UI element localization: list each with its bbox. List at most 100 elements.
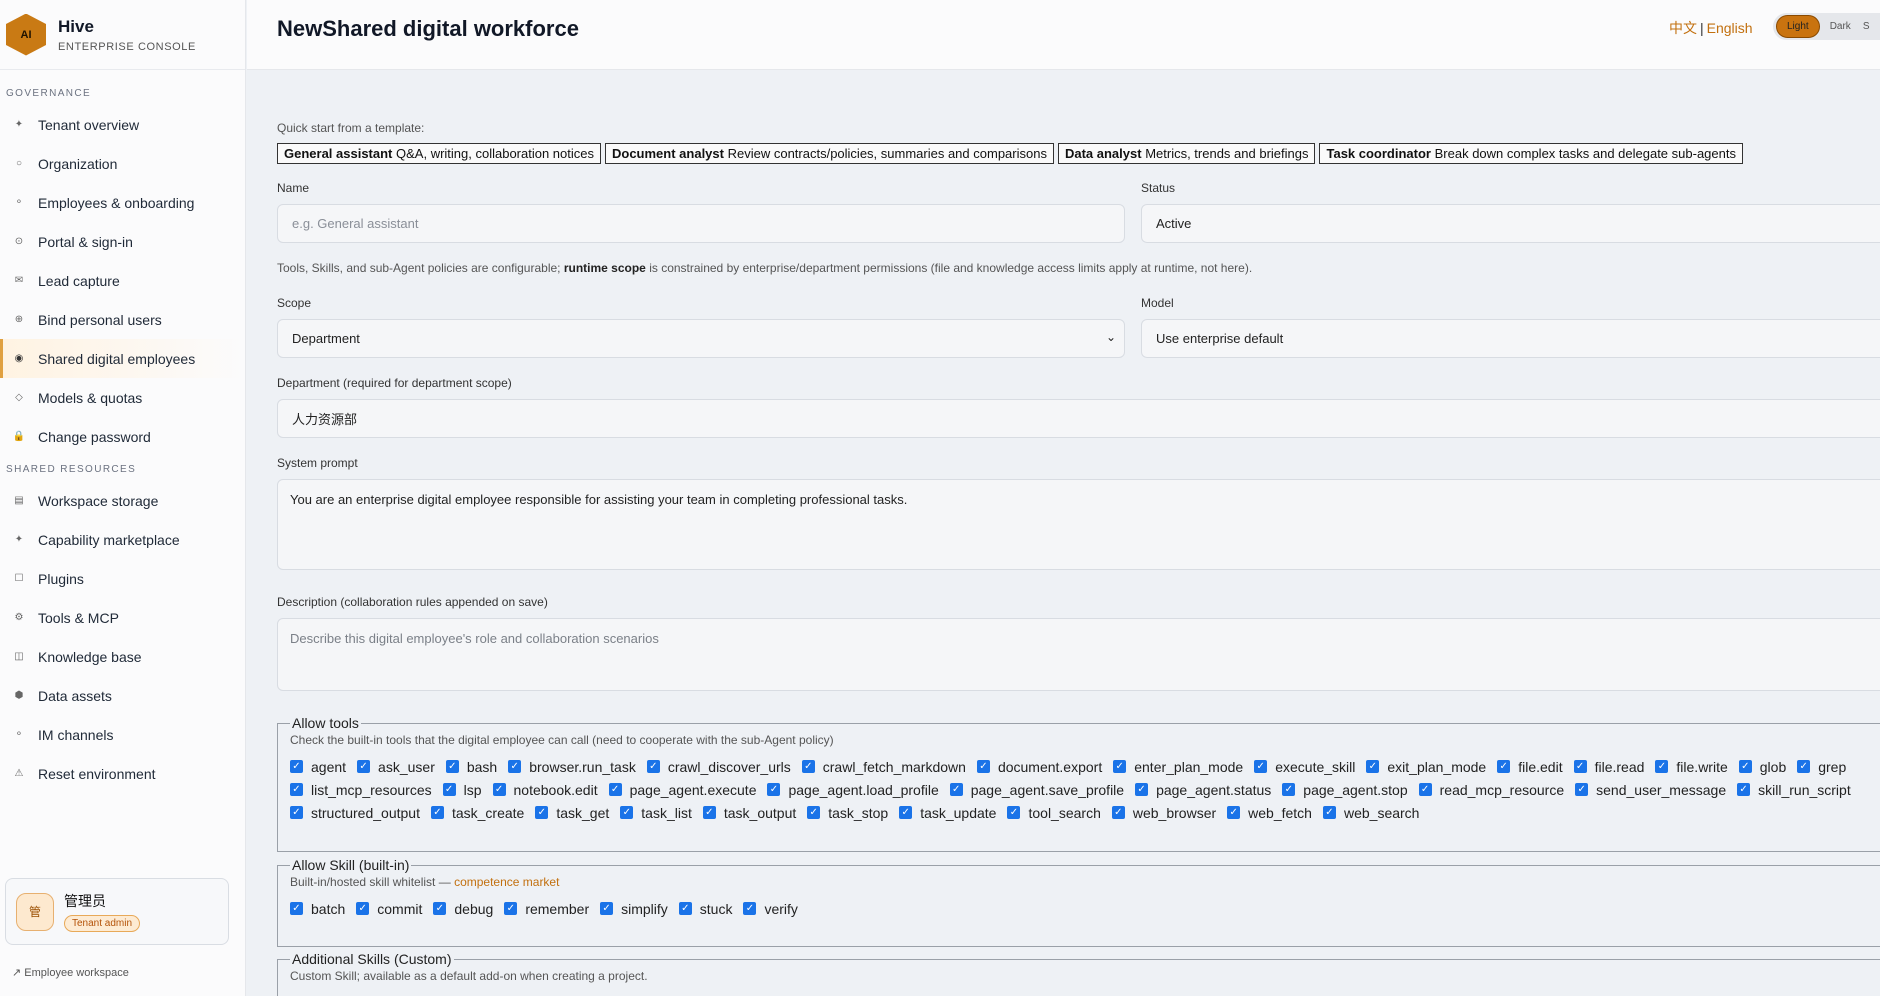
checkbox-glob[interactable]: ✓ glob: [1738, 755, 1786, 778]
checkbox-checked-icon[interactable]: ✓: [508, 760, 522, 773]
sidebar-item-employees-onboarding[interactable]: ⚬ Employees & onboarding: [0, 183, 245, 222]
checkbox-checked-icon[interactable]: ✓: [767, 783, 781, 796]
checkbox-task-update[interactable]: ✓ task_update: [899, 801, 996, 824]
sidebar-item-bind-personal-users[interactable]: ⊕ Bind personal users: [0, 300, 245, 339]
checkbox-page-agent-execute[interactable]: ✓ page_agent.execute: [608, 778, 756, 801]
checkbox-file-write[interactable]: ✓ file.write: [1655, 755, 1728, 778]
checkbox-checked-icon[interactable]: ✓: [290, 783, 303, 796]
checkbox-checked-icon[interactable]: ✓: [290, 806, 303, 819]
sidebar-item-organization[interactable]: ○ Organization: [0, 144, 245, 183]
checkbox-checked-icon[interactable]: ✓: [1737, 783, 1751, 796]
checkbox-checked-icon[interactable]: ✓: [442, 783, 456, 796]
checkbox-web-browser[interactable]: ✓ web_browser: [1111, 801, 1216, 824]
checkbox-checked-icon[interactable]: ✓: [1655, 760, 1669, 773]
checkbox-simplify[interactable]: ✓ simplify: [600, 897, 668, 920]
user-card[interactable]: 管 管理员 Tenant admin: [5, 878, 229, 945]
checkbox-checked-icon[interactable]: ✓: [356, 902, 370, 915]
checkbox-exit-plan-mode[interactable]: ✓ exit_plan_mode: [1366, 755, 1486, 778]
checkbox-page-agent-load-profile[interactable]: ✓ page_agent.load_profile: [767, 778, 939, 801]
checkbox-grep[interactable]: ✓ grep: [1797, 755, 1846, 778]
checkbox-checked-icon[interactable]: ✓: [1254, 760, 1268, 773]
checkbox-checked-icon[interactable]: ✓: [1007, 806, 1021, 819]
sidebar-item-lead-capture[interactable]: ✉ Lead capture: [0, 261, 245, 300]
template-button[interactable]: Document analyst Review contracts/polici…: [605, 143, 1054, 164]
checkbox-stuck[interactable]: ✓ stuck: [678, 897, 732, 920]
sidebar-item-knowledge-base[interactable]: ◫ Knowledge base: [0, 637, 245, 676]
sidebar-item-portal-sign-in[interactable]: ⊙ Portal & sign-in: [0, 222, 245, 261]
template-button[interactable]: Task coordinator Break down complex task…: [1319, 143, 1743, 164]
system-prompt-textarea[interactable]: You are an enterprise digital employee r…: [277, 479, 1880, 570]
theme-dark-button[interactable]: Dark: [1820, 16, 1861, 37]
employee-workspace-link[interactable]: ↗ Employee workspace: [12, 966, 129, 979]
checkbox-checked-icon[interactable]: ✓: [801, 760, 815, 773]
checkbox-web-fetch[interactable]: ✓ web_fetch: [1227, 801, 1312, 824]
lang-zh[interactable]: 中文: [1669, 20, 1697, 36]
checkbox-checked-icon[interactable]: ✓: [1113, 760, 1127, 773]
checkbox-crawl-discover-urls[interactable]: ✓ crawl_discover_urls: [646, 755, 791, 778]
checkbox-checked-icon[interactable]: ✓: [1573, 760, 1587, 773]
checkbox-send-user-message[interactable]: ✓ send_user_message: [1575, 778, 1726, 801]
checkbox-task-list[interactable]: ✓ task_list: [620, 801, 692, 824]
sidebar-item-shared-digital-employees[interactable]: ◉ Shared digital employees: [0, 339, 245, 378]
checkbox-checked-icon[interactable]: ✓: [1135, 783, 1149, 796]
checkbox-task-output[interactable]: ✓ task_output: [702, 801, 796, 824]
theme-system-button[interactable]: S: [1861, 16, 1880, 37]
checkbox-task-create[interactable]: ✓ task_create: [430, 801, 524, 824]
checkbox-checked-icon[interactable]: ✓: [433, 902, 447, 915]
checkbox-task-get[interactable]: ✓ task_get: [535, 801, 609, 824]
checkbox-read-mcp-resource[interactable]: ✓ read_mcp_resource: [1418, 778, 1564, 801]
checkbox-checked-icon[interactable]: ✓: [1497, 760, 1511, 773]
checkbox-checked-icon[interactable]: ✓: [1111, 806, 1125, 819]
checkbox-list-mcp-resources[interactable]: ✓ list_mcp_resources: [290, 778, 432, 801]
checkbox-notebook-edit[interactable]: ✓ notebook.edit: [492, 778, 598, 801]
sidebar-item-tools-mcp[interactable]: ⚙ Tools & MCP: [0, 598, 245, 637]
checkbox-batch[interactable]: ✓ batch: [290, 897, 345, 920]
checkbox-checked-icon[interactable]: ✓: [1418, 783, 1432, 796]
checkbox-checked-icon[interactable]: ✓: [743, 902, 757, 915]
checkbox-checked-icon[interactable]: ✓: [430, 806, 444, 819]
checkbox-verify[interactable]: ✓ verify: [743, 897, 798, 920]
checkbox-checked-icon[interactable]: ✓: [807, 806, 821, 819]
sidebar-item-reset-environment[interactable]: ⚠ Reset environment: [0, 754, 245, 793]
checkbox-checked-icon[interactable]: ✓: [678, 902, 692, 915]
sidebar-item-tenant-overview[interactable]: ✦ Tenant overview: [0, 105, 245, 144]
checkbox-web-search[interactable]: ✓ web_search: [1322, 801, 1419, 824]
sidebar-item-im-channels[interactable]: ⚬ IM channels: [0, 715, 245, 754]
checkbox-checked-icon[interactable]: ✓: [1797, 760, 1811, 773]
checkbox-enter-plan-mode[interactable]: ✓ enter_plan_mode: [1113, 755, 1243, 778]
sidebar-item-plugins[interactable]: ☐ Plugins: [0, 559, 245, 598]
model-select[interactable]: Use enterprise default: [1141, 319, 1880, 358]
checkbox-checked-icon[interactable]: ✓: [899, 806, 913, 819]
checkbox-checked-icon[interactable]: ✓: [600, 902, 614, 915]
checkbox-page-agent-status[interactable]: ✓ page_agent.status: [1135, 778, 1271, 801]
checkbox-checked-icon[interactable]: ✓: [290, 902, 303, 915]
checkbox-file-edit[interactable]: ✓ file.edit: [1497, 755, 1563, 778]
department-input[interactable]: 人力资源部: [277, 399, 1880, 438]
checkbox-bash[interactable]: ✓ bash: [445, 755, 497, 778]
checkbox-document-export[interactable]: ✓ document.export: [976, 755, 1102, 778]
checkbox-browser-run-task[interactable]: ✓ browser.run_task: [508, 755, 636, 778]
checkbox-debug[interactable]: ✓ debug: [433, 897, 493, 920]
sidebar-item-models-quotas[interactable]: ◇ Models & quotas: [0, 378, 245, 417]
checkbox-execute-skill[interactable]: ✓ execute_skill: [1254, 755, 1355, 778]
sidebar-item-capability-marketplace[interactable]: ✦ Capability marketplace: [0, 520, 245, 559]
checkbox-checked-icon[interactable]: ✓: [290, 760, 303, 773]
template-button[interactable]: Data analyst Metrics, trends and briefin…: [1057, 143, 1316, 164]
checkbox-checked-icon[interactable]: ✓: [1366, 760, 1380, 773]
checkbox-checked-icon[interactable]: ✓: [702, 806, 716, 819]
checkbox-checked-icon[interactable]: ✓: [646, 760, 660, 773]
sidebar-item-workspace-storage[interactable]: ▤ Workspace storage: [0, 481, 245, 520]
checkbox-checked-icon[interactable]: ✓: [976, 760, 990, 773]
checkbox-checked-icon[interactable]: ✓: [608, 783, 622, 796]
checkbox-checked-icon[interactable]: ✓: [1282, 783, 1296, 796]
checkbox-ask-user[interactable]: ✓ ask_user: [357, 755, 435, 778]
sidebar-item-change-password[interactable]: 🔒 Change password: [0, 417, 245, 456]
template-button[interactable]: General assistant Q&A, writing, collabor…: [277, 143, 601, 164]
checkbox-checked-icon[interactable]: ✓: [1575, 783, 1589, 796]
checkbox-lsp[interactable]: ✓ lsp: [442, 778, 482, 801]
checkbox-checked-icon[interactable]: ✓: [949, 783, 963, 796]
checkbox-agent[interactable]: ✓ agent: [290, 755, 346, 778]
scope-select[interactable]: Department ⌄: [277, 319, 1125, 358]
checkbox-commit[interactable]: ✓ commit: [356, 897, 422, 920]
checkbox-checked-icon[interactable]: ✓: [357, 760, 371, 773]
